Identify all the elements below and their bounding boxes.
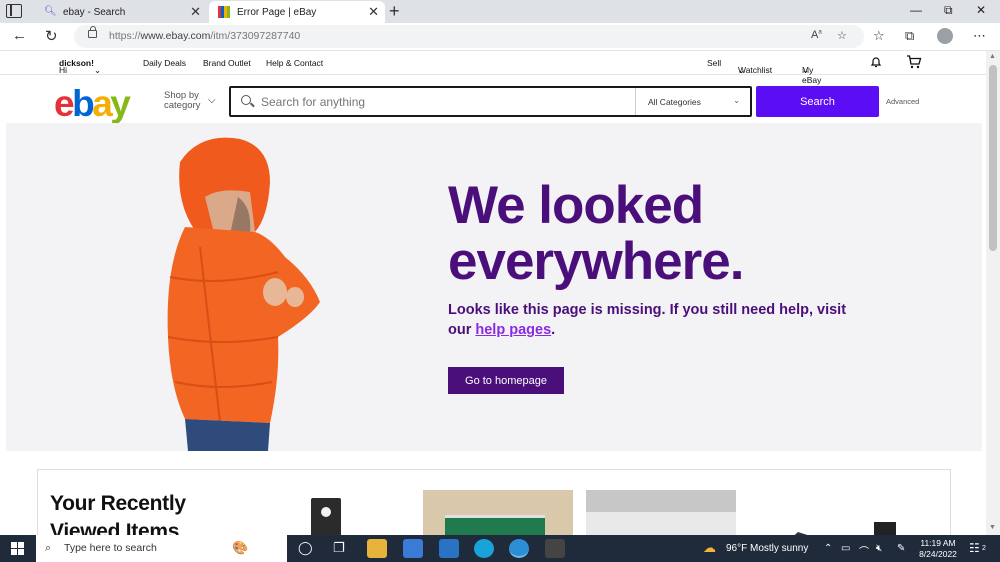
help-pages-link[interactable]: help pages xyxy=(475,322,551,338)
store-icon[interactable] xyxy=(403,539,423,558)
brand-outlet-link[interactable]: Brand Outlet xyxy=(203,58,251,68)
profile-avatar-icon[interactable] xyxy=(937,28,953,44)
notification-count: 2 xyxy=(982,545,986,552)
error-hero: We looked everywhere. Looks like this pag… xyxy=(6,123,982,451)
tab-title: ebay - Search xyxy=(63,6,126,18)
child-in-orange-jacket-image xyxy=(167,137,320,451)
tab-ebay-search[interactable]: 🔍︎ ebay - Search ✕ xyxy=(35,1,207,23)
lock-icon xyxy=(88,26,97,38)
taskbar-search-field[interactable]: ⌕ Type here to search 🎨 xyxy=(36,535,287,562)
show-hidden-icons-icon[interactable]: ⌃ xyxy=(824,543,832,554)
chevron-down-icon: ⌄ xyxy=(93,65,102,75)
search-button[interactable]: Search xyxy=(756,86,879,117)
notification-bell-icon[interactable] xyxy=(870,56,882,68)
collections-icon[interactable]: ⧉ xyxy=(905,28,914,44)
chevron-down-icon: ⌄ xyxy=(733,96,740,105)
chevron-down-icon: ⌄ xyxy=(802,65,810,75)
hero-subtitle: Looks like this page is missing. If you … xyxy=(448,302,847,338)
shop-by-category-button[interactable]: Shop by category xyxy=(164,91,200,111)
url-field[interactable]: https://www.ebay.com/itm/373097287740 Aa… xyxy=(74,25,864,48)
search-icon xyxy=(241,95,251,105)
scroll-down-icon[interactable]: ▼ xyxy=(989,524,996,531)
url-text: https://www.ebay.com/itm/373097287740 xyxy=(109,30,301,42)
app-icon[interactable] xyxy=(545,539,565,558)
tab-actions-icon[interactable] xyxy=(6,4,22,18)
close-tab-icon[interactable]: ✕ xyxy=(190,4,201,20)
go-to-homepage-button[interactable]: Go to homepage xyxy=(448,367,564,394)
tab-error-page[interactable]: Error Page | eBay ✕ xyxy=(209,1,385,23)
tab-title: Error Page | eBay xyxy=(237,6,317,18)
ebay-logo[interactable]: ebay xyxy=(54,83,131,125)
chevron-down-icon[interactable]: ⌵ xyxy=(208,95,216,106)
recent-item-thumbnail[interactable] xyxy=(778,490,918,539)
back-icon[interactable]: ← xyxy=(12,27,27,44)
hero-title: We looked everywhere. xyxy=(448,176,744,291)
windows-start-icon[interactable] xyxy=(11,542,24,555)
task-view-icon[interactable]: ❐ xyxy=(333,540,345,556)
scrollbar-thumb[interactable] xyxy=(989,65,997,251)
browser-tab-strip: 🔍︎ ebay - Search ✕ Error Page | eBay ✕ +… xyxy=(0,0,1000,23)
ebay-favicon-icon xyxy=(218,6,230,18)
restore-icon[interactable]: ⧉ xyxy=(944,3,953,18)
file-explorer-icon[interactable] xyxy=(367,539,387,558)
search-icon: ⌕ xyxy=(45,542,52,554)
search-favicon-icon: 🔍︎ xyxy=(44,6,57,17)
ebay-top-nav: Hi dickson! ⌄ Daily Deals Brand Outlet H… xyxy=(0,51,986,85)
mail-icon[interactable] xyxy=(439,539,459,558)
recent-item-thumbnail[interactable] xyxy=(308,490,368,539)
weather-text[interactable]: 96°F Mostly sunny xyxy=(726,543,808,554)
minimize-icon[interactable]: — xyxy=(910,3,922,17)
read-aloud-icon[interactable]: Aa xyxy=(811,29,822,41)
close-tab-icon[interactable]: ✕ xyxy=(368,4,379,20)
address-bar-row: ← ↻ https://www.ebay.com/itm/37309728774… xyxy=(0,23,1000,51)
recently-viewed-title: Your Recently Viewed Items xyxy=(50,492,186,539)
search-input[interactable] xyxy=(261,93,631,111)
system-clock[interactable]: 11:19 AM 8/24/2022 xyxy=(913,538,963,560)
search-highlight-icon: 🎨 xyxy=(232,540,249,555)
notification-center-icon[interactable]: ☷ xyxy=(969,541,980,555)
user-greeting[interactable]: Hi dickson! ⌄ xyxy=(59,58,101,75)
favorites-icon[interactable]: ☆ xyxy=(873,28,885,44)
cortana-icon[interactable]: ◯ xyxy=(298,540,313,556)
weather-icon: ☁ xyxy=(703,540,716,555)
edge-browser-icon[interactable] xyxy=(509,539,529,558)
refresh-icon[interactable]: ↻ xyxy=(45,27,58,45)
pen-icon[interactable]: ✎ xyxy=(897,543,905,554)
sell-link[interactable]: Sell xyxy=(707,58,721,68)
cart-icon[interactable] xyxy=(906,55,922,69)
edge-legacy-icon[interactable] xyxy=(474,539,494,558)
wifi-icon[interactable]: ⌒ xyxy=(859,543,869,558)
windows-taskbar: ⌕ Type here to search 🎨 ◯ ❐ ☁ 96°F Mostl… xyxy=(0,535,1000,562)
search-bar: All Categories ⌄ xyxy=(229,86,752,117)
recently-viewed-section: Your Recently Viewed Items xyxy=(37,469,951,539)
battery-icon[interactable]: ▭ xyxy=(841,543,850,554)
chevron-down-icon: ⌄ xyxy=(738,65,746,75)
advanced-search-link[interactable]: Advanced xyxy=(886,97,919,106)
recent-item-thumbnail[interactable] xyxy=(586,490,736,539)
help-contact-link[interactable]: Help & Contact xyxy=(266,58,323,68)
recent-item-thumbnail[interactable] xyxy=(423,490,573,539)
category-select[interactable]: All Categories ⌄ xyxy=(635,88,750,115)
favorite-star-icon[interactable]: ☆ xyxy=(837,29,847,42)
new-tab-icon[interactable]: + xyxy=(389,1,400,22)
volume-icon[interactable]: 🔇︎ xyxy=(876,543,882,554)
daily-deals-link[interactable]: Daily Deals xyxy=(143,58,186,68)
more-menu-icon[interactable]: ⋯ xyxy=(973,28,986,44)
page-scrollbar[interactable]: ▲ ▼ xyxy=(986,51,1000,535)
close-window-icon[interactable]: ✕ xyxy=(976,3,986,17)
scroll-up-icon[interactable]: ▲ xyxy=(989,53,996,60)
